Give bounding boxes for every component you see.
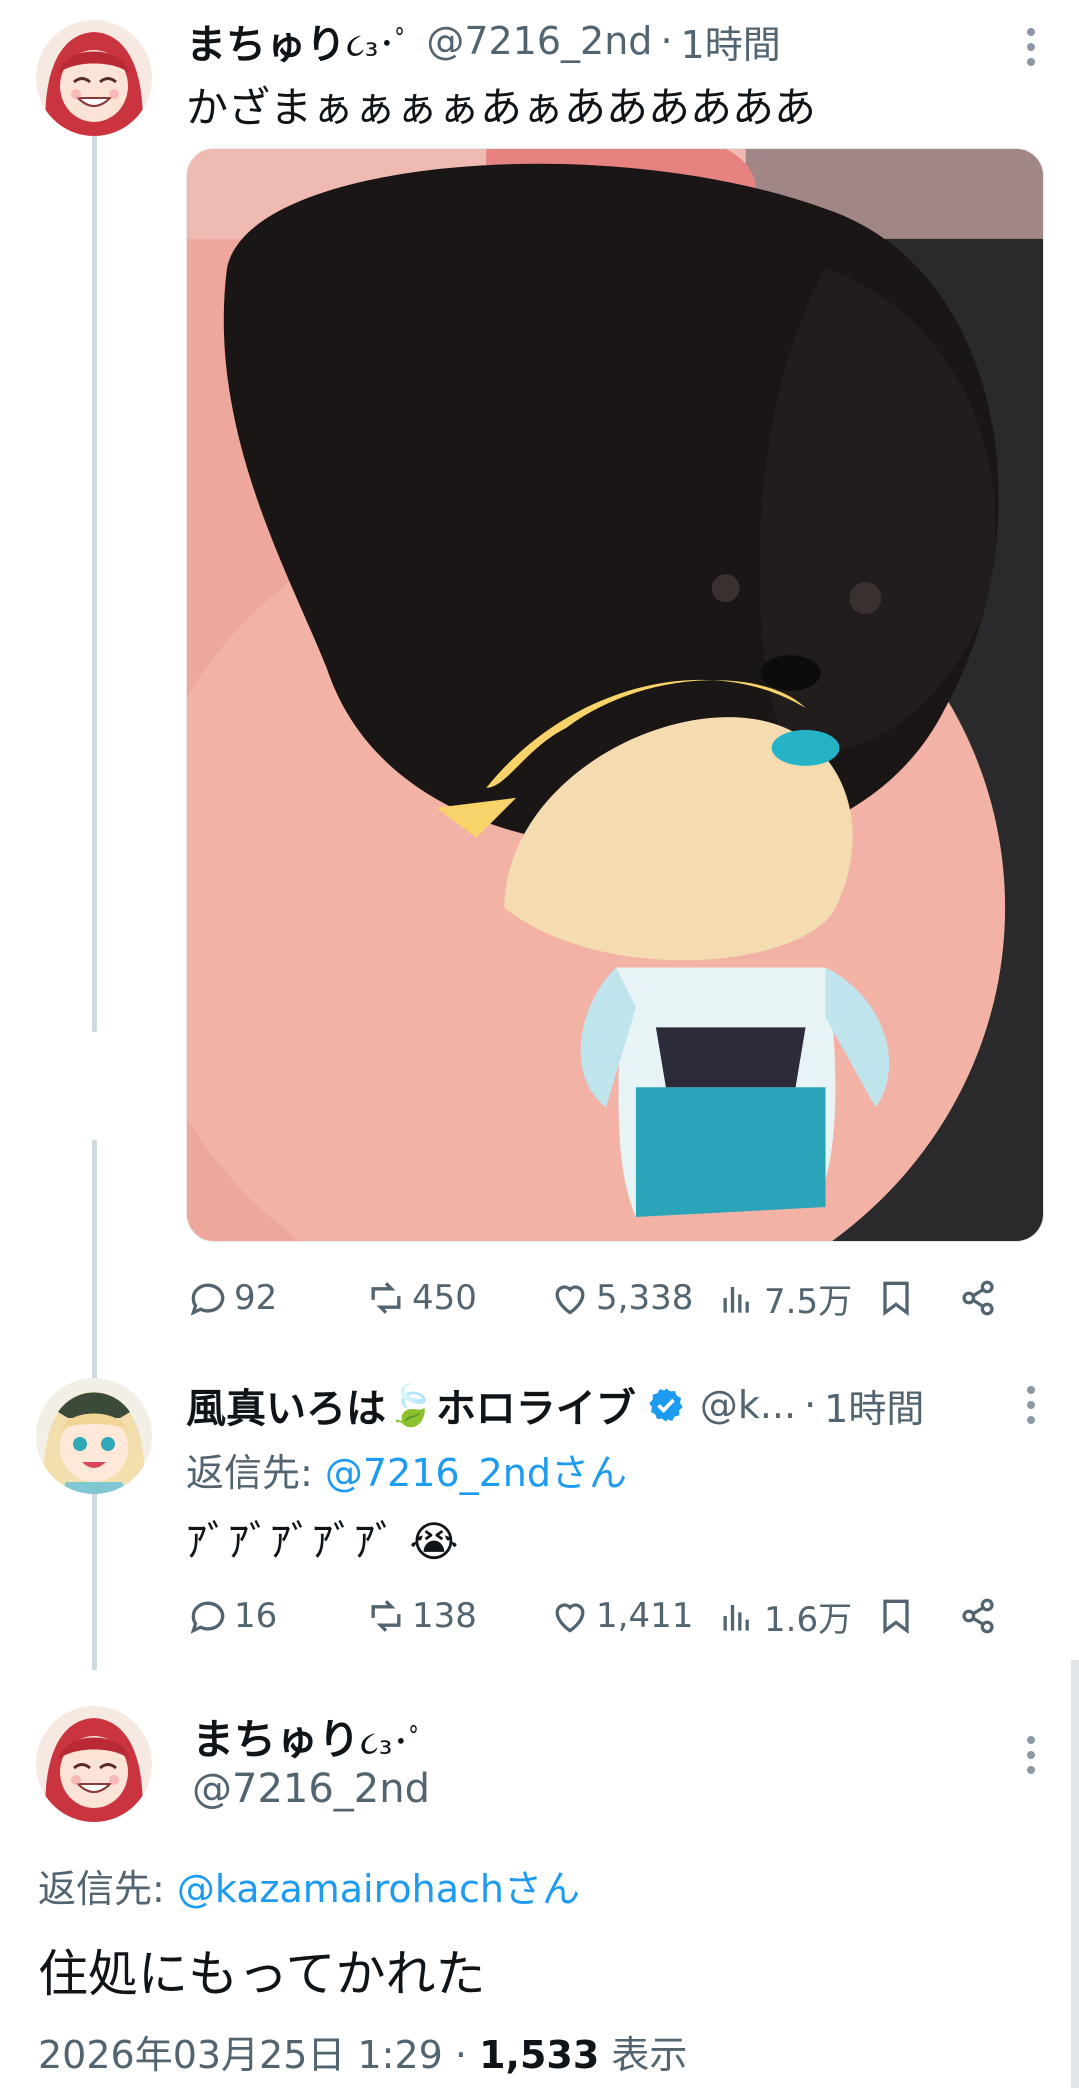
tweet-header: 風真いろは 🍃 ホロライブ @k... · 1時間 bbox=[186, 1376, 924, 1434]
post-time[interactable]: 1時間 bbox=[824, 1378, 924, 1433]
tweet-text: かざまぁぁぁぁあぁああああああ bbox=[186, 83, 817, 132]
tweet-header: まちゅり ૮₃･ﾟ @7216_2nd · 1時間 bbox=[186, 12, 781, 70]
retweet-count: 450 bbox=[412, 1278, 477, 1318]
view-count: 7.5万 bbox=[764, 1281, 853, 1322]
tweet-text: ｱﾞｱﾞｱﾞｱﾞｱﾞ 😭 bbox=[186, 1508, 458, 1569]
tweet-meta: 2026年03月25日 1:29 · 1,533 表示 bbox=[38, 2024, 687, 2079]
user-handle[interactable]: @k... bbox=[700, 1383, 796, 1427]
post-time[interactable]: 1時間 bbox=[681, 14, 781, 69]
display-name-text[interactable]: まちゅり bbox=[192, 1715, 360, 1764]
more-options-icon[interactable] bbox=[1021, 1736, 1041, 1774]
heart-icon bbox=[555, 1285, 585, 1315]
leaf-emoji: 🍃 bbox=[386, 1382, 436, 1429]
reply-icon bbox=[190, 1601, 225, 1634]
reply-button[interactable]: 92 bbox=[186, 1268, 277, 1328]
share-button[interactable] bbox=[956, 1268, 1000, 1328]
bookmark-button[interactable] bbox=[874, 1268, 918, 1328]
bookmark-button[interactable] bbox=[874, 1586, 918, 1646]
avatar[interactable] bbox=[36, 1706, 152, 1822]
reply-to-prefix: 返信先: bbox=[38, 1867, 177, 1911]
heart-icon bbox=[555, 1603, 585, 1633]
views-chart-icon bbox=[723, 1287, 749, 1313]
reply-count: 92 bbox=[234, 1278, 278, 1318]
tweet-text-content: ｱﾞｱﾞｱﾞｱﾞｱﾞ bbox=[186, 1517, 397, 1566]
avatar-blonde-anime-girl-icon bbox=[36, 1378, 152, 1494]
bookmark-icon bbox=[883, 1599, 909, 1634]
display-name[interactable]: まちゅり૮₃･ﾟ bbox=[192, 1706, 426, 1767]
display-name[interactable]: 風真いろは bbox=[186, 1376, 386, 1434]
share-icon bbox=[962, 1280, 994, 1316]
retweet-icon bbox=[371, 1282, 401, 1314]
tweet-actions: 92 450 5,338 7.5万 bbox=[186, 1268, 1026, 1328]
reply-icon bbox=[190, 1283, 225, 1316]
display-name[interactable]: まちゅり bbox=[186, 12, 346, 70]
like-count: 1,411 bbox=[596, 1596, 694, 1636]
name-emoji: ૮₃･ﾟ bbox=[360, 1723, 427, 1763]
thread-line-1 bbox=[92, 112, 97, 1032]
views-count: 1,533 bbox=[479, 2033, 600, 2077]
verified-badge-icon bbox=[646, 1385, 686, 1425]
retweet-button[interactable]: 450 bbox=[364, 1268, 477, 1328]
more-options-icon[interactable] bbox=[1021, 28, 1041, 66]
reply-button[interactable]: 16 bbox=[186, 1586, 277, 1646]
reply-to-mention[interactable]: @7216_2ndさん bbox=[325, 1451, 627, 1495]
tweet-photo[interactable] bbox=[186, 148, 1044, 1242]
views-chart-icon bbox=[723, 1605, 749, 1631]
like-count: 5,338 bbox=[596, 1278, 694, 1318]
share-button[interactable] bbox=[956, 1586, 1000, 1646]
separator-dot: · bbox=[804, 1383, 817, 1427]
avatar[interactable] bbox=[36, 20, 152, 136]
views-button[interactable]: 1.6万 bbox=[716, 1586, 852, 1646]
separator-dot: · bbox=[660, 19, 673, 63]
crying-emoji: 😭 bbox=[409, 1517, 459, 1566]
user-handle[interactable]: @7216_2nd bbox=[426, 19, 652, 63]
share-icon bbox=[962, 1598, 994, 1634]
views-label: 表示 bbox=[611, 2033, 688, 2077]
views-button[interactable]: 7.5万 bbox=[716, 1268, 852, 1328]
name-emoji: ૮₃･ﾟ bbox=[346, 24, 413, 65]
retweet-icon bbox=[371, 1600, 401, 1632]
retweet-button[interactable]: 138 bbox=[364, 1586, 477, 1646]
avatar-red-hair-smiling-icon bbox=[36, 20, 152, 136]
like-button[interactable]: 5,338 bbox=[548, 1268, 693, 1328]
avatar[interactable] bbox=[36, 1378, 152, 1494]
tweet-text: 住処にもってかれた bbox=[38, 1945, 486, 2003]
like-button[interactable]: 1,411 bbox=[548, 1586, 693, 1646]
tweet-actions: 16 138 1,411 1.6万 bbox=[186, 1586, 1026, 1646]
photo-black-pomeranian-with-plush-doll-icon bbox=[187, 149, 1043, 1241]
reply-to-line: 返信先: @kazamairohachさん bbox=[38, 1858, 580, 1913]
display-name-suffix[interactable]: ホロライブ bbox=[436, 1376, 636, 1434]
bookmark-icon bbox=[883, 1281, 909, 1316]
reply-to-mention[interactable]: @kazamairohachさん bbox=[177, 1867, 580, 1911]
reply-to-prefix: 返信先: bbox=[186, 1451, 325, 1495]
reply-to-line: 返信先: @7216_2ndさん bbox=[186, 1442, 627, 1497]
retweet-count: 138 bbox=[412, 1596, 477, 1636]
scrollbar[interactable] bbox=[1071, 1660, 1079, 2088]
user-handle[interactable]: @7216_2nd bbox=[192, 1766, 430, 1812]
view-count: 1.6万 bbox=[764, 1599, 853, 1640]
post-timestamp[interactable]: 2026年03月25日 1:29 bbox=[38, 2033, 443, 2077]
avatar-red-hair-smiling-icon bbox=[36, 1706, 152, 1822]
separator-dot: · bbox=[454, 2033, 468, 2077]
reply-count: 16 bbox=[234, 1596, 278, 1636]
more-options-icon[interactable] bbox=[1021, 1386, 1041, 1424]
